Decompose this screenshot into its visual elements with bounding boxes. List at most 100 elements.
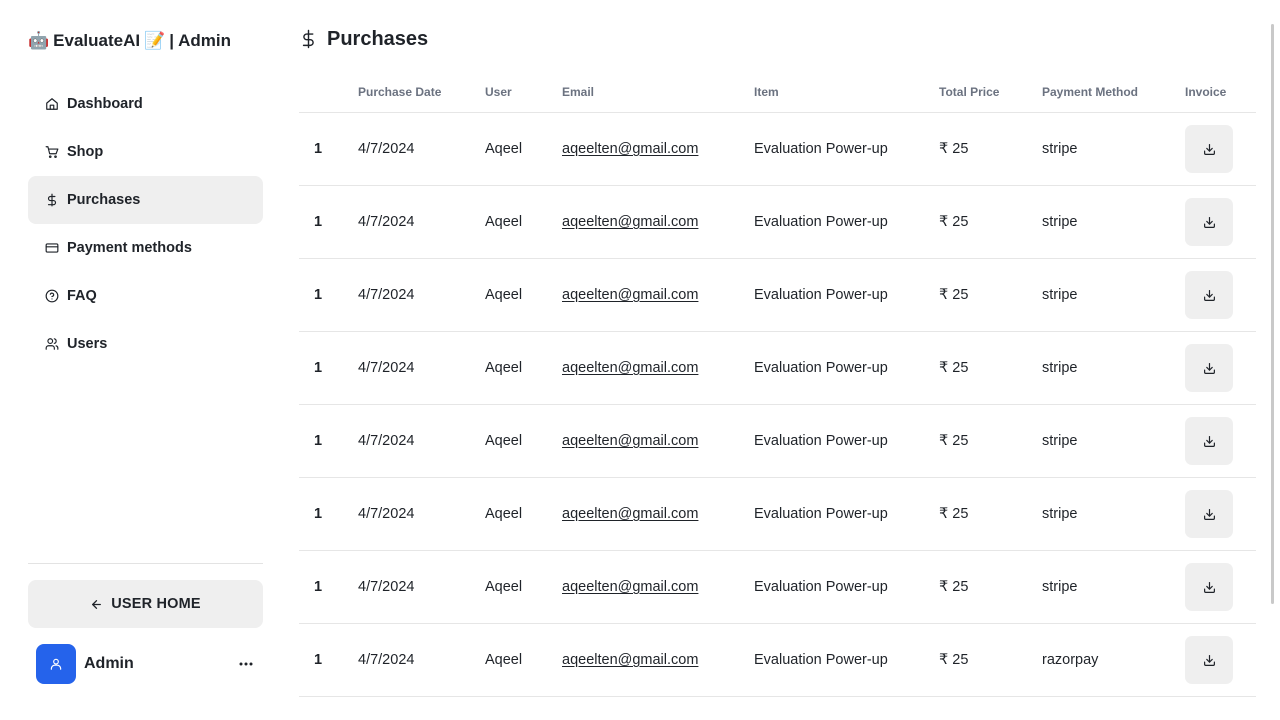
users-icon xyxy=(45,337,59,351)
email-link[interactable]: aqeelten@gmail.com xyxy=(562,360,698,376)
download-icon xyxy=(1203,581,1216,594)
email-link[interactable]: aqeelten@gmail.com xyxy=(562,141,698,157)
total-price: ₹ 25 xyxy=(939,652,969,668)
download-invoice-button[interactable] xyxy=(1185,198,1233,246)
app-brand[interactable]: 🤖 EvaluateAI 📝 | Admin xyxy=(28,28,231,54)
sidebar-item-shop[interactable]: Shop xyxy=(28,128,263,176)
item-name: Evaluation Power-up xyxy=(754,579,888,595)
sidebar-item-label: Shop xyxy=(67,144,104,160)
payment-method: razorpay xyxy=(1042,652,1099,668)
scrollbar[interactable] xyxy=(1271,24,1274,604)
download-invoice-button[interactable] xyxy=(1185,271,1233,319)
row-index: 1 xyxy=(314,506,323,522)
download-invoice-button[interactable] xyxy=(1185,125,1233,173)
user-name: Aqeel xyxy=(485,287,523,303)
user-name: Aqeel xyxy=(485,360,523,376)
total-price: ₹ 25 xyxy=(939,506,969,522)
sidebar-item-label: Purchases xyxy=(67,192,141,208)
user-name: Aqeel xyxy=(485,506,523,522)
download-icon xyxy=(1203,435,1216,448)
avatar[interactable] xyxy=(36,644,76,684)
total-price: ₹ 25 xyxy=(939,214,969,230)
column-header-purchase-date[interactable]: Purchase Date xyxy=(358,85,441,99)
column-header-user[interactable]: User xyxy=(485,85,512,99)
dollar-icon xyxy=(300,29,317,49)
column-header-payment-method[interactable]: Payment Method xyxy=(1042,85,1138,99)
table-row: 1 4/7/2024 Aqeel aqeelten@gmail.com Evaluati… xyxy=(299,332,1256,405)
column-header-email[interactable]: Email xyxy=(562,85,594,99)
user-icon xyxy=(49,657,63,671)
payment-method: stripe xyxy=(1042,287,1078,303)
sidebar-item-faq[interactable]: FAQ xyxy=(28,272,263,320)
home-icon xyxy=(45,97,59,111)
sidebar-item-label: FAQ xyxy=(67,288,97,304)
purchase-date: 4/7/2024 xyxy=(358,652,415,668)
table-row: 1 4/7/2024 Aqeel aqeelten@gmail.com Evaluati… xyxy=(299,186,1256,259)
table-body: 1 4/7/2024 Aqeel aqeelten@gmail.com Evaluati… xyxy=(299,113,1256,697)
robot-emoji-icon: 🤖 xyxy=(28,31,50,50)
row-index: 1 xyxy=(314,360,323,376)
column-header-item[interactable]: Item xyxy=(754,85,779,99)
email-link[interactable]: aqeelten@gmail.com xyxy=(562,433,698,449)
row-index: 1 xyxy=(314,652,323,668)
purchase-date: 4/7/2024 xyxy=(358,506,415,522)
email-link[interactable]: aqeelten@gmail.com xyxy=(562,287,698,303)
email-link[interactable]: aqeelten@gmail.com xyxy=(562,214,698,230)
sidebar-item-dashboard[interactable]: Dashboard xyxy=(28,80,263,128)
user-name: Aqeel xyxy=(485,214,523,230)
table-row: 1 4/7/2024 Aqeel aqeelten@gmail.com Evaluati… xyxy=(299,113,1256,186)
download-invoice-button[interactable] xyxy=(1185,344,1233,392)
payment-method: stripe xyxy=(1042,141,1078,157)
sidebar-item-payment-methods[interactable]: Payment methods xyxy=(28,224,263,272)
download-icon xyxy=(1203,508,1216,521)
payment-method: stripe xyxy=(1042,214,1078,230)
download-invoice-button[interactable] xyxy=(1185,563,1233,611)
user-name: Aqeel xyxy=(485,141,523,157)
dollar-icon xyxy=(45,193,59,207)
item-name: Evaluation Power-up xyxy=(754,652,888,668)
download-icon xyxy=(1203,362,1216,375)
table-row: 1 4/7/2024 Aqeel aqeelten@gmail.com Evaluati… xyxy=(299,405,1256,478)
sidebar-item-label: Payment methods xyxy=(67,240,192,256)
brand-suffix: | Admin xyxy=(169,31,232,50)
sidebar-nav: Dashboard Shop Purchases Payment methods xyxy=(28,80,263,368)
sidebar-item-label: Dashboard xyxy=(67,96,143,112)
sidebar-divider xyxy=(28,563,263,564)
download-invoice-button[interactable] xyxy=(1185,490,1233,538)
credit-card-icon xyxy=(45,241,59,255)
item-name: Evaluation Power-up xyxy=(754,214,888,230)
row-index: 1 xyxy=(314,214,323,230)
table-row: 1 4/7/2024 Aqeel aqeelten@gmail.com Evaluati… xyxy=(299,478,1256,551)
email-link[interactable]: aqeelten@gmail.com xyxy=(562,506,698,522)
sidebar: 🤖 EvaluateAI 📝 | Admin Dashboard Shop Pu… xyxy=(28,0,263,720)
item-name: Evaluation Power-up xyxy=(754,287,888,303)
download-invoice-button[interactable] xyxy=(1185,636,1233,684)
sidebar-item-purchases[interactable]: Purchases xyxy=(28,176,263,224)
row-index: 1 xyxy=(314,141,323,157)
total-price: ₹ 25 xyxy=(939,433,969,449)
download-invoice-button[interactable] xyxy=(1185,417,1233,465)
cart-icon xyxy=(45,145,59,159)
download-icon xyxy=(1203,216,1216,229)
user-name: Aqeel xyxy=(485,579,523,595)
purchase-date: 4/7/2024 xyxy=(358,287,415,303)
column-header-total-price[interactable]: Total Price xyxy=(939,85,999,99)
purchase-date: 4/7/2024 xyxy=(358,214,415,230)
row-index: 1 xyxy=(314,433,323,449)
page-title: Purchases xyxy=(300,26,428,52)
brand-name: EvaluateAI xyxy=(53,31,141,50)
sidebar-item-users[interactable]: Users xyxy=(28,320,263,368)
arrow-left-icon xyxy=(90,598,103,611)
column-header-invoice[interactable]: Invoice xyxy=(1185,85,1226,99)
user-name: Aqeel xyxy=(485,433,523,449)
email-link[interactable]: aqeelten@gmail.com xyxy=(562,579,698,595)
item-name: Evaluation Power-up xyxy=(754,360,888,376)
user-home-button[interactable]: USER HOME xyxy=(28,580,263,628)
table-row: 1 4/7/2024 Aqeel aqeelten@gmail.com Evaluati… xyxy=(299,259,1256,332)
email-link[interactable]: aqeelten@gmail.com xyxy=(562,652,698,668)
profile-section: Admin xyxy=(36,644,263,684)
more-horizontal-icon[interactable] xyxy=(239,656,253,672)
payment-method: stripe xyxy=(1042,579,1078,595)
payment-method: stripe xyxy=(1042,506,1078,522)
row-index: 1 xyxy=(314,287,323,303)
